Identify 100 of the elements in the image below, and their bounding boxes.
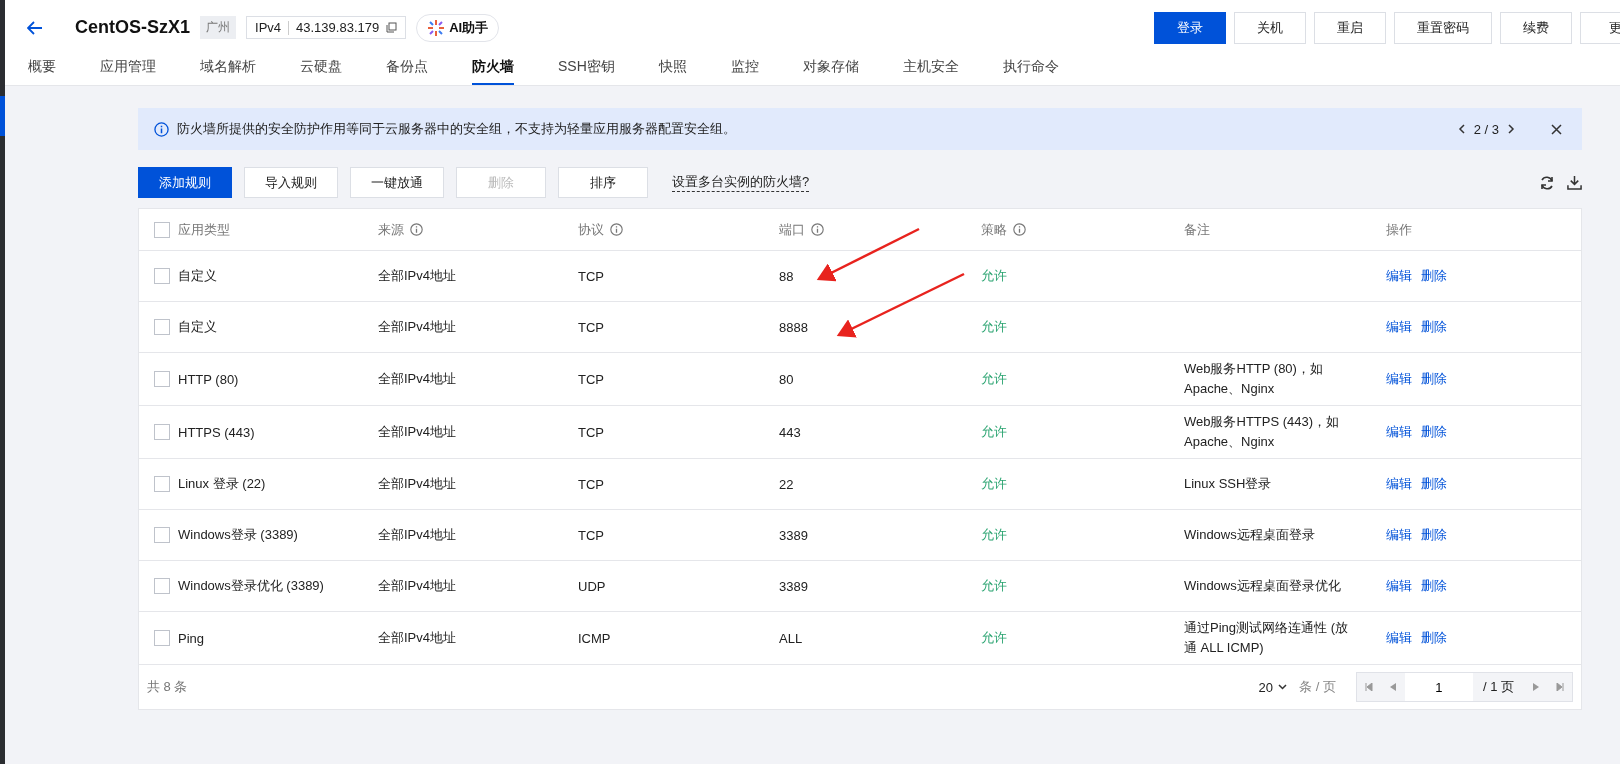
header-action-button[interactable]: 续费 — [1500, 11, 1572, 44]
header-action-button[interactable]: 重置密码 — [1394, 11, 1492, 44]
table-cell: 全部IPv4地址 — [378, 629, 456, 647]
policy-cell: 允许 — [981, 577, 1007, 595]
table-cell: ICMP — [578, 630, 611, 646]
tab[interactable]: 主机安全 — [902, 55, 959, 85]
edit-link[interactable]: 编辑 — [1386, 526, 1412, 544]
table-cell-text: Linux SSH登录 — [1184, 475, 1272, 493]
tab[interactable]: SSH密钥 — [558, 55, 615, 85]
edit-link[interactable]: 编辑 — [1386, 370, 1412, 388]
region-tag: 广州 — [200, 16, 237, 39]
table-cell: TCP — [578, 424, 604, 440]
notice-pager: 2 / 3 — [1473, 121, 1499, 137]
delete-link[interactable]: 删除 — [1421, 267, 1447, 285]
table-cell: Linux 登录 (22) — [178, 475, 266, 493]
edit-link[interactable]: 编辑 — [1386, 629, 1412, 647]
header-action-button[interactable]: 关机 — [1234, 11, 1306, 44]
tab[interactable]: 概要 — [28, 55, 56, 85]
delete-link[interactable]: 删除 — [1421, 318, 1447, 336]
table-cell: 443 — [779, 424, 801, 440]
caret-icon — [1278, 684, 1288, 690]
info-icon — [410, 223, 423, 236]
edit-link[interactable]: 编辑 — [1386, 423, 1412, 441]
column-header: 备注 — [1184, 220, 1210, 239]
column-header: 操作 — [1386, 220, 1412, 239]
copy-icon[interactable] — [386, 22, 398, 33]
policy-cell: 允许 — [981, 370, 1007, 388]
table-cell-text: Windows远程桌面登录 — [1184, 526, 1315, 544]
info-icon — [1013, 223, 1026, 236]
toolbar-button[interactable]: 排序 — [558, 167, 648, 198]
edit-link[interactable]: 编辑 — [1386, 577, 1412, 595]
row-checkbox[interactable] — [153, 630, 170, 646]
table-cell: UDP — [578, 578, 606, 594]
ip-address-field: IPv4 43.139.83.179 — [246, 16, 407, 39]
row-checkbox[interactable] — [153, 527, 170, 543]
page-size-select[interactable]: 20 — [1252, 678, 1294, 696]
total-count: 共 8 条 — [147, 678, 188, 696]
tab[interactable]: 快照 — [658, 55, 687, 85]
column-header: 策略 — [981, 220, 1007, 239]
table-cell: ALL — [779, 630, 803, 646]
header-action-button[interactable]: 更 — [1580, 11, 1620, 44]
help-link[interactable]: 设置多台实例的防火墙? — [672, 173, 810, 192]
refresh-icon[interactable] — [1539, 174, 1555, 191]
table-cell: 全部IPv4地址 — [378, 318, 456, 336]
tab[interactable]: 执行命令 — [1002, 55, 1059, 85]
row-checkbox[interactable] — [153, 476, 170, 492]
table-cell: 全部IPv4地址 — [378, 577, 456, 595]
edit-link[interactable]: 编辑 — [1386, 318, 1412, 336]
table-cell: 22 — [779, 476, 794, 492]
delete-link[interactable]: 删除 — [1421, 526, 1447, 544]
toolbar-button[interactable]: 添加规则 — [138, 167, 232, 198]
row-checkbox[interactable] — [153, 268, 170, 284]
tab[interactable]: 应用管理 — [100, 55, 156, 85]
column-header: 协议 — [578, 220, 604, 239]
table-cell: 80 — [779, 371, 794, 387]
policy-cell: 允许 — [981, 629, 1007, 647]
table-cell: TCP — [578, 527, 604, 543]
next-icon[interactable] — [1507, 123, 1515, 135]
toolbar-button[interactable]: 导入规则 — [244, 167, 338, 198]
row-checkbox[interactable] — [153, 319, 170, 335]
table-cell: Windows登录优化 (3389) — [178, 577, 324, 595]
table-cell-text: Windows远程桌面登录优化 — [1184, 577, 1341, 595]
delete-link[interactable]: 删除 — [1421, 370, 1447, 388]
tab[interactable]: 防火墙 — [472, 55, 514, 85]
toolbar-button[interactable]: 一键放通 — [350, 167, 444, 198]
table-cell: 3389 — [779, 578, 808, 594]
table-cell: TCP — [578, 319, 604, 335]
table-cell: 全部IPv4地址 — [378, 370, 456, 388]
tab[interactable]: 监控 — [730, 55, 759, 85]
close-icon[interactable] — [1551, 123, 1562, 135]
ai-assistant-button[interactable]: AI助手 — [416, 13, 500, 42]
edit-link[interactable]: 编辑 — [1386, 475, 1412, 493]
column-header: 来源 — [378, 220, 404, 239]
info-icon — [154, 121, 169, 137]
row-checkbox[interactable] — [153, 424, 170, 440]
column-header: 端口 — [779, 220, 805, 239]
tab[interactable]: 云硬盘 — [300, 55, 342, 85]
row-checkbox[interactable] — [153, 578, 170, 594]
tab[interactable]: 域名解析 — [200, 55, 256, 85]
info-icon — [610, 223, 623, 236]
notice-text: 防火墙所提供的安全防护作用等同于云服务器中的安全组，不支持为轻量应用服务器配置安全组。 — [177, 120, 737, 138]
delete-link[interactable]: 删除 — [1421, 629, 1447, 647]
header-action-button[interactable]: 登录 — [1154, 11, 1226, 44]
delete-link[interactable]: 删除 — [1421, 577, 1447, 595]
tab[interactable]: 对象存储 — [802, 55, 859, 85]
row-checkbox[interactable] — [153, 371, 170, 387]
delete-link[interactable]: 删除 — [1421, 423, 1447, 441]
delete-link[interactable]: 删除 — [1421, 475, 1447, 493]
policy-cell: 允许 — [981, 475, 1007, 493]
table-cell: 全部IPv4地址 — [378, 526, 456, 544]
table-cell: 8888 — [779, 319, 808, 335]
select-all-checkbox[interactable] — [153, 221, 170, 238]
tab[interactable]: 备份点 — [386, 55, 428, 85]
table-cell: HTTP (80) — [178, 371, 239, 387]
back-arrow-icon[interactable] — [27, 20, 43, 35]
edit-link[interactable]: 编辑 — [1386, 267, 1412, 285]
previous-icon[interactable] — [1457, 123, 1466, 135]
header-action-button[interactable]: 重启 — [1314, 11, 1386, 44]
policy-cell: 允许 — [981, 526, 1007, 544]
download-icon[interactable] — [1567, 175, 1582, 190]
